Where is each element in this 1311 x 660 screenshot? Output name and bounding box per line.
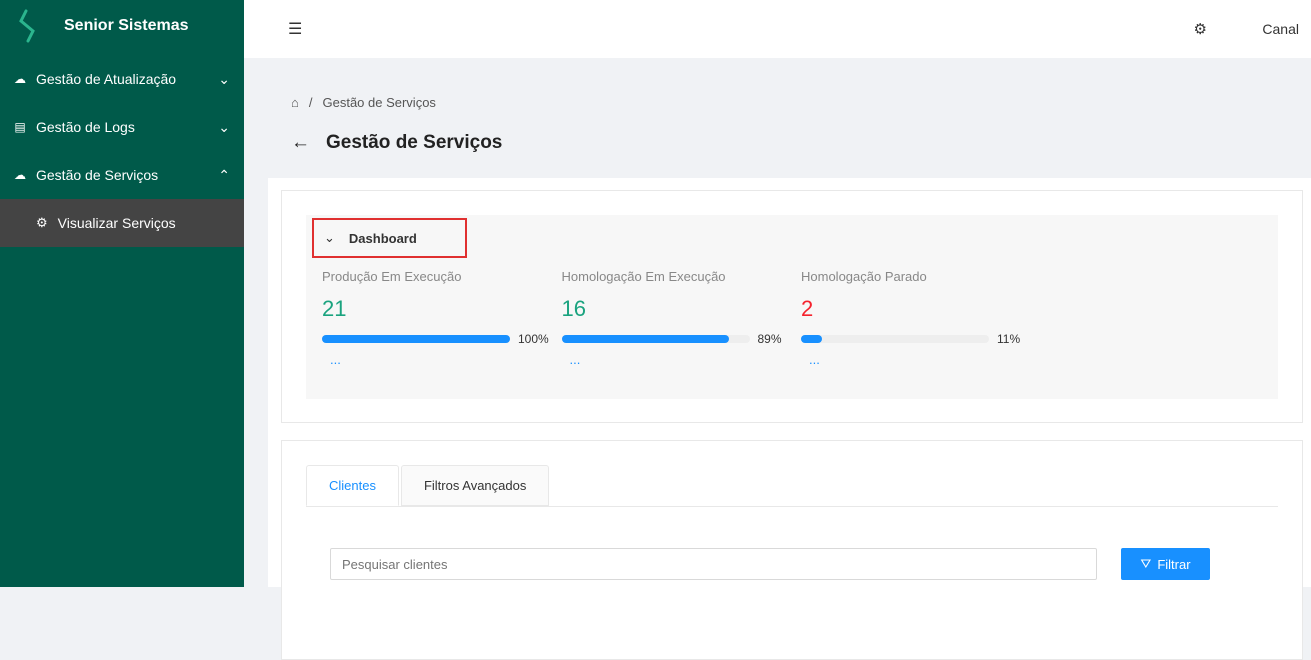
stat-value: 2 bbox=[801, 296, 814, 321]
tab-clientes[interactable]: Clientes bbox=[306, 465, 399, 506]
stat-1: Homologação Em Execução 16 89% ... bbox=[561, 269, 794, 367]
senior-logo-icon bbox=[19, 9, 35, 43]
tabs: Clientes Filtros Avançados bbox=[306, 465, 1278, 507]
stat-progress: 11% bbox=[801, 332, 1033, 346]
dashboard-collapse-header[interactable]: ⌄ Dashboard bbox=[312, 218, 467, 258]
stat-progress: 89% bbox=[561, 332, 794, 346]
stat-0: Produção Em Execução 21 100% ... bbox=[322, 269, 554, 367]
gear-icon: ⚙ bbox=[36, 215, 48, 230]
user-name[interactable]: Canal bbox=[1262, 21, 1299, 37]
page-title: Gestão de Serviços bbox=[326, 132, 503, 153]
sidebar-item-label: Gestão de Serviços bbox=[36, 167, 159, 183]
tab-filtros-avancados[interactable]: Filtros Avançados bbox=[400, 465, 550, 506]
stat-percent: 89% bbox=[757, 332, 782, 346]
progress-fill bbox=[561, 335, 729, 343]
stat-value: 21 bbox=[322, 296, 347, 321]
more-link[interactable]: ... bbox=[330, 352, 554, 367]
progress-track bbox=[801, 335, 989, 343]
sidebar-item-logs[interactable]: ▤ Gestão de Logs ⌄ bbox=[0, 103, 244, 151]
home-icon[interactable]: ⌂ bbox=[291, 95, 299, 110]
stat-label: Homologação Em Execução bbox=[561, 269, 726, 284]
sidebar-item-label: Gestão de Atualização bbox=[36, 71, 177, 87]
progress-track bbox=[561, 335, 750, 343]
logo[interactable]: Senior Sistemas bbox=[0, 0, 244, 52]
progress-fill bbox=[801, 335, 822, 343]
breadcrumb-separator: / bbox=[308, 95, 313, 110]
breadcrumb: ⌂ / Gestão de Serviços bbox=[291, 95, 436, 110]
stat-label: Homologação Parado bbox=[801, 269, 927, 284]
sidebar: Senior Sistemas ☁ Gestão de Atualização … bbox=[0, 0, 244, 587]
stat-2: Homologação Parado 2 11% ... bbox=[801, 269, 1033, 367]
sidebar-item-label: Gestão de Logs bbox=[36, 119, 135, 135]
stat-label: Produção Em Execução bbox=[322, 269, 462, 284]
chevron-up-icon: ⌃ bbox=[218, 166, 230, 183]
search-input[interactable] bbox=[330, 548, 1097, 580]
file-search-icon: ▤ bbox=[14, 120, 26, 134]
stat-percent: 11% bbox=[997, 332, 1021, 346]
stat-progress: 100% bbox=[322, 332, 554, 346]
main-content: ⌂ / Gestão de Serviços ← Gestão de Servi… bbox=[244, 58, 1311, 660]
sidebar-item-label: Visualizar Serviços bbox=[57, 215, 176, 231]
settings-icon[interactable]: ⚙ bbox=[1194, 20, 1207, 38]
chevron-down-icon: ⌄ bbox=[218, 118, 230, 135]
dashboard-card: ⌄ Dashboard Produção Em Execução 21 100%… bbox=[281, 190, 1303, 423]
filter-button[interactable]: ⛛ Filtrar bbox=[1121, 548, 1210, 580]
dashboard-title: Dashboard bbox=[348, 230, 417, 246]
cloud-upload-icon: ☁ bbox=[14, 72, 26, 86]
app-title: Senior Sistemas bbox=[64, 17, 189, 34]
sidebar-item-visualizar-servicos[interactable]: ⚙ Visualizar Serviços bbox=[0, 199, 244, 247]
dashboard-panel: ⌄ Dashboard Produção Em Execução 21 100%… bbox=[306, 215, 1278, 399]
stat-percent: 100% bbox=[518, 332, 549, 346]
stat-value: 16 bbox=[561, 296, 586, 321]
back-arrow-icon[interactable]: ← bbox=[291, 132, 310, 154]
header: ☰ ⚙ Canal bbox=[244, 0, 1311, 58]
menu-fold-icon[interactable]: ☰ bbox=[288, 19, 302, 39]
progress-fill bbox=[322, 335, 510, 343]
progress-track bbox=[322, 335, 510, 343]
breadcrumb-current: Gestão de Serviços bbox=[322, 95, 436, 110]
more-link[interactable]: ... bbox=[570, 352, 794, 367]
chevron-down-icon: ⌄ bbox=[218, 70, 230, 87]
page-header: ← Gestão de Serviços bbox=[291, 132, 502, 154]
clients-card: Clientes Filtros Avançados ⛛ Filtrar bbox=[281, 440, 1303, 660]
chevron-down-icon: ⌄ bbox=[324, 230, 335, 245]
sidebar-item-servicos[interactable]: ☁ Gestão de Serviços ⌃ bbox=[0, 151, 244, 199]
more-link[interactable]: ... bbox=[809, 352, 1033, 367]
filter-button-label: Filtrar bbox=[1157, 556, 1191, 572]
cloud-sync-icon: ☁ bbox=[14, 168, 26, 182]
filter-icon: ⛛ bbox=[1140, 556, 1152, 571]
sidebar-item-atualizacao[interactable]: ☁ Gestão de Atualização ⌄ bbox=[0, 55, 244, 103]
